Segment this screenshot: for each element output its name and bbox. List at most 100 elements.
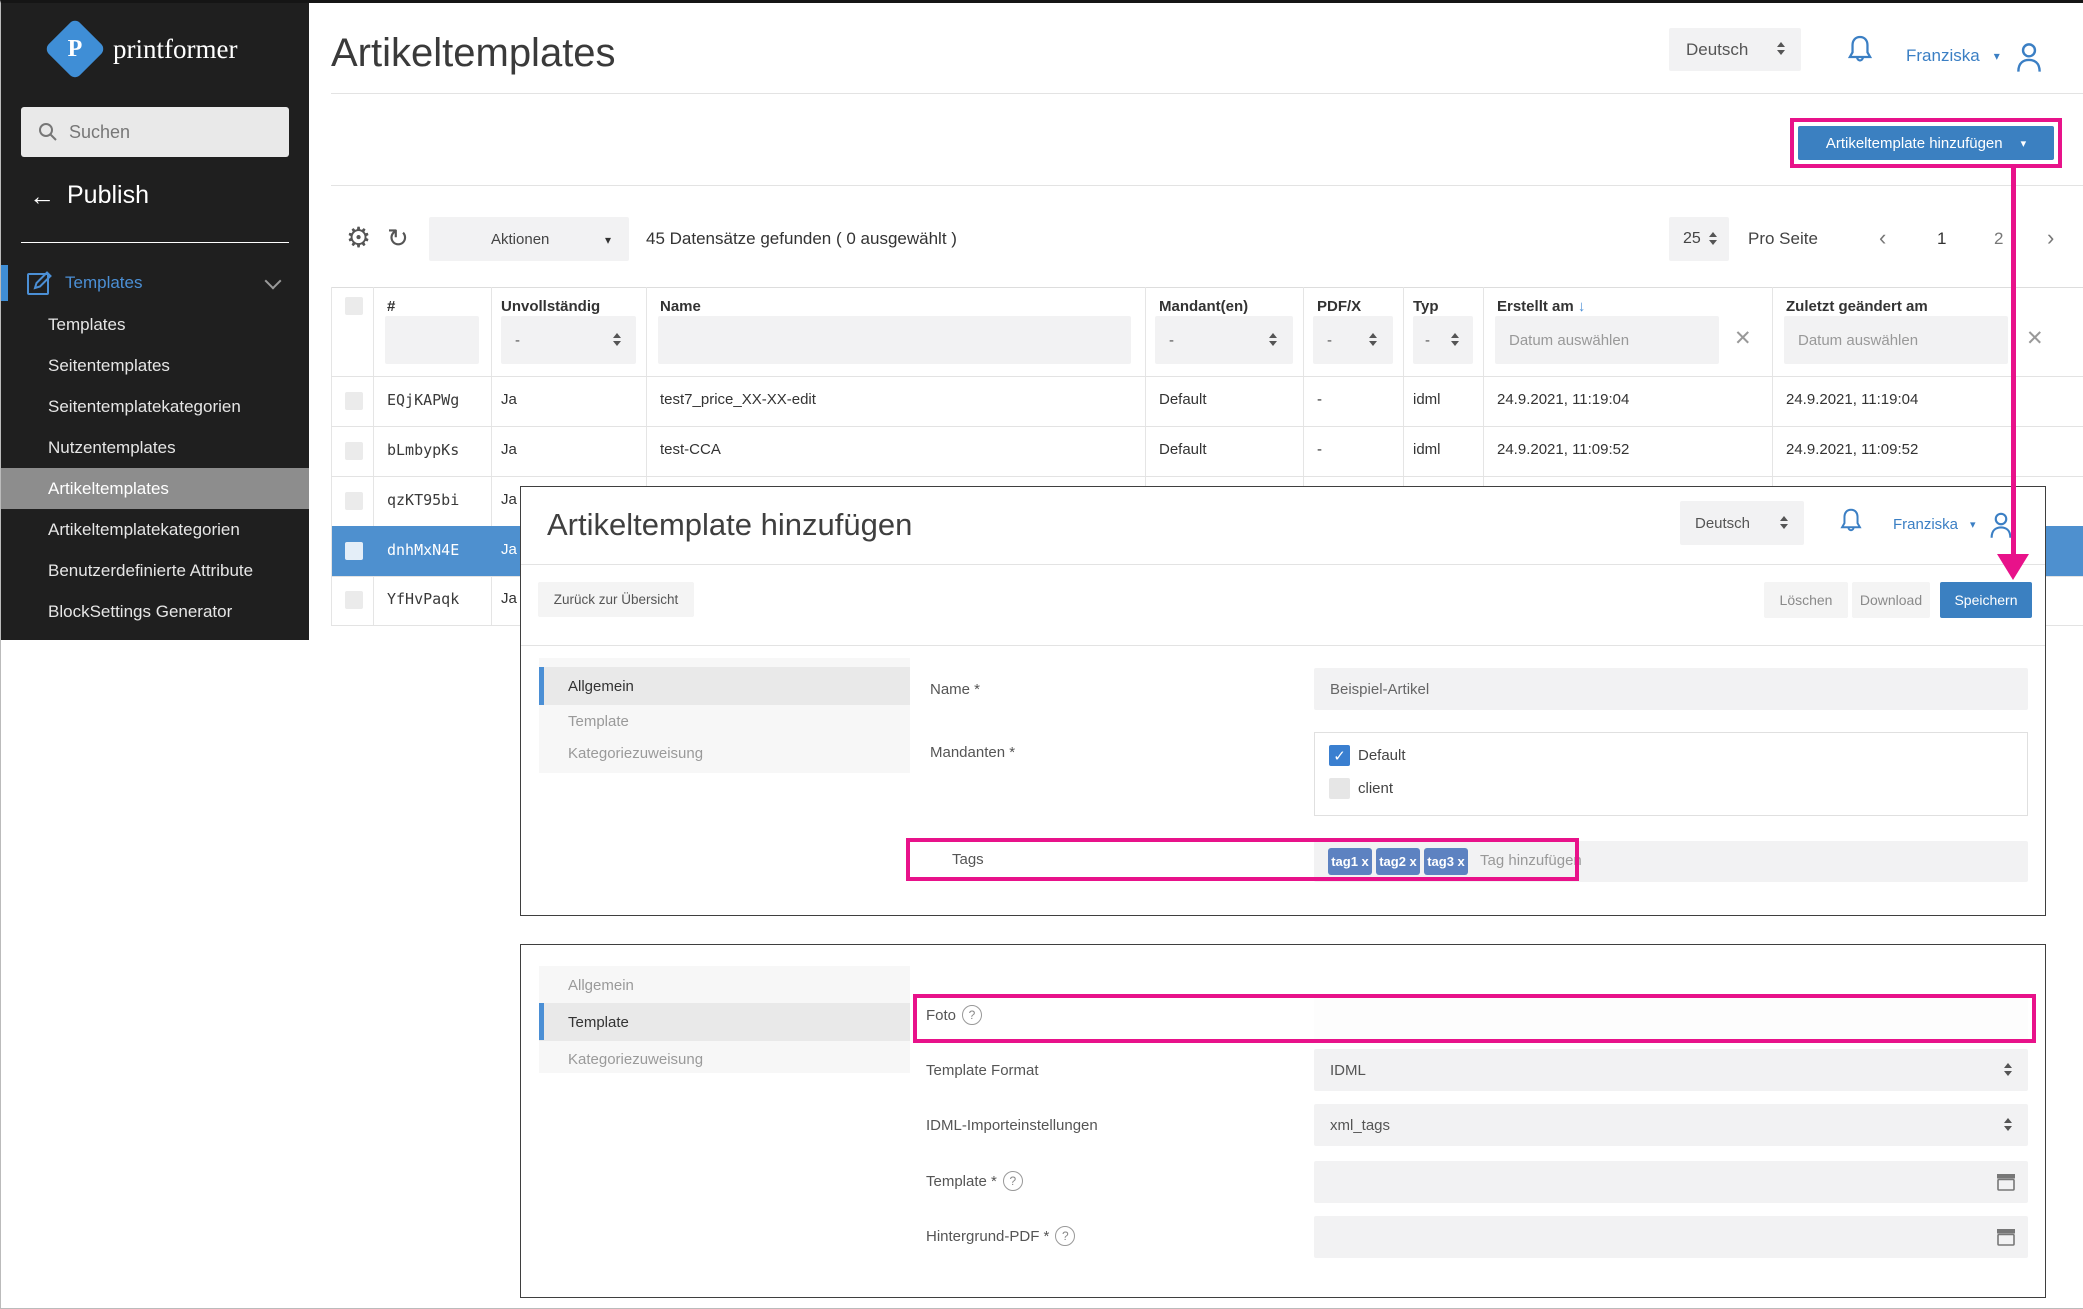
clear-modified-filter-icon[interactable]: ✕ <box>2026 326 2044 351</box>
filter-pdfx-select[interactable]: - <box>1313 316 1393 364</box>
row-checkbox[interactable] <box>345 492 363 510</box>
mandanten-label: Mandanten * <box>930 744 1015 761</box>
actions-select[interactable]: Aktionen ▾ <box>429 217 629 261</box>
annotation-arrow-line <box>2011 166 2016 556</box>
sidebar-item-seitentemplates[interactable]: Seitentemplates <box>1 345 309 386</box>
language-select[interactable]: Deutsch <box>1669 28 1801 71</box>
sidebar-item-nutzentemplates[interactable]: Nutzentemplates <box>1 427 309 468</box>
prev-page-button[interactable]: ‹ <box>1879 225 1886 251</box>
refresh-icon[interactable]: ↻ <box>387 224 409 252</box>
page-title: Artikeltemplates <box>331 31 616 76</box>
sidebar-item-benutzerdefinierte-attribute[interactable]: Benutzerdefinierte Attribute <box>1 550 309 591</box>
filter-name-input[interactable] <box>658 316 1131 364</box>
row-checkbox[interactable] <box>345 591 363 609</box>
upload-box-icon[interactable] <box>1995 1227 2017 1247</box>
filter-modified-date-input[interactable]: Datum auswählen <box>1784 316 2008 364</box>
chevron-down-icon <box>265 273 282 290</box>
name-input[interactable]: Beispiel-Artikel <box>1314 668 2028 710</box>
annotation-arrow-head <box>1997 554 2029 580</box>
select-arrows-icon <box>613 333 621 346</box>
highlight-add-button <box>1790 118 2062 168</box>
column-header-typ[interactable]: Typ <box>1413 298 1439 315</box>
select-arrows-icon <box>1709 232 1717 245</box>
nav-item-allgemein[interactable]: Allgemein <box>539 667 910 705</box>
dialog-title: Artikeltemplate hinzufügen <box>547 507 912 543</box>
dialog-nav: Allgemein Template Kategoriezuweisung <box>539 966 910 1073</box>
sidebar-item-templates[interactable]: Templates <box>1 304 309 345</box>
gear-icon[interactable]: ⚙ <box>346 224 371 252</box>
bell-icon[interactable] <box>1844 33 1876 69</box>
filter-typ-select[interactable]: - <box>1413 316 1473 364</box>
mandant-client-checkbox[interactable] <box>1329 778 1350 799</box>
column-header-mandant[interactable]: Mandant(en) <box>1159 298 1248 315</box>
search-input[interactable]: Suchen <box>21 107 289 157</box>
bell-icon[interactable] <box>1837 506 1865 538</box>
nav-item-template[interactable]: Template <box>539 1003 910 1041</box>
sidebar-item-artikeltemplates[interactable]: Artikeltemplates <box>1 468 309 509</box>
sidebar-item-artikeltemplatekategorien[interactable]: Artikeltemplatekategorien <box>1 509 309 550</box>
name-label: Name * <box>930 681 980 698</box>
back-arrow-icon: ← <box>29 183 55 209</box>
sidebar-item-blocksettings-generator[interactable]: BlockSettings Generator <box>1 591 309 632</box>
caret-down-icon: ▾ <box>605 233 611 247</box>
table-row[interactable]: bLmbypKs Ja test-CCA Default - idml 24.9… <box>332 427 2083 476</box>
back-to-overview-button[interactable]: Zurück zur Übersicht <box>538 582 694 617</box>
language-select[interactable]: Deutsch <box>1680 501 1804 545</box>
page-2-button[interactable]: 2 <box>1994 229 2003 249</box>
nav-item-allgemein[interactable]: Allgemein <box>539 966 910 1004</box>
back-to-publish[interactable]: ← Publish <box>29 181 149 210</box>
help-icon[interactable]: ? <box>1003 1171 1023 1191</box>
filter-created-date-input[interactable]: Datum auswählen <box>1495 316 1719 364</box>
select-arrows-icon <box>2004 1063 2012 1076</box>
logo-text: printformer <box>113 34 237 65</box>
column-header-id[interactable]: # <box>387 298 395 315</box>
select-arrows-icon <box>2004 1118 2012 1131</box>
select-arrows-icon <box>1269 333 1277 346</box>
nav-item-kategoriezuweisung[interactable]: Kategoriezuweisung <box>539 1040 910 1078</box>
active-nav-bar <box>539 667 544 705</box>
background-pdf-label-wrap: Hintergrund-PDF * ? <box>926 1226 1075 1246</box>
template-file-label: Template * <box>926 1173 997 1190</box>
template-file-field[interactable] <box>1314 1161 2028 1203</box>
background-pdf-field[interactable] <box>1314 1216 2028 1258</box>
select-arrows-icon <box>1369 333 1377 346</box>
active-section-bar <box>1 265 8 301</box>
filter-mandant-select[interactable]: - <box>1155 316 1293 364</box>
active-nav-bar <box>539 1003 544 1040</box>
column-header-erstellt-am[interactable]: Erstellt am ↓ <box>1497 298 1585 315</box>
row-checkbox[interactable] <box>345 542 363 560</box>
column-header-name[interactable]: Name <box>660 298 701 315</box>
nav-item-kategoriezuweisung[interactable]: Kategoriezuweisung <box>539 734 910 772</box>
background-pdf-label: Hintergrund-PDF * <box>926 1228 1049 1245</box>
sidebar-section-templates[interactable]: Templates <box>1 265 309 301</box>
template-format-select[interactable]: IDML <box>1314 1049 2028 1091</box>
clear-created-filter-icon[interactable]: ✕ <box>1734 326 1752 351</box>
sidebar-divider <box>21 242 289 243</box>
help-icon[interactable]: ? <box>1055 1226 1075 1246</box>
app-window: P printformer Suchen ← Publish Templates… <box>0 0 2083 1309</box>
column-header-zuletzt-geaendert[interactable]: Zuletzt geändert am <box>1786 298 1928 315</box>
dialog-divider <box>521 564 2045 565</box>
download-button[interactable]: Download <box>1852 582 1930 618</box>
column-header-unvollstaendig[interactable]: Unvollständig <box>501 298 600 315</box>
save-button[interactable]: Speichern <box>1940 582 2032 618</box>
idml-import-select[interactable]: xml_tags <box>1314 1104 2028 1146</box>
delete-button[interactable]: Löschen <box>1764 582 1848 618</box>
filter-id-input[interactable] <box>385 316 479 364</box>
next-page-button[interactable]: › <box>2047 225 2054 251</box>
row-checkbox[interactable] <box>345 392 363 410</box>
select-all-checkbox[interactable] <box>345 297 363 315</box>
user-menu[interactable]: Franziska ▾ <box>1893 509 2016 539</box>
table-row[interactable]: EQjKAPWg Ja test7_price_XX-XX-edit Defau… <box>332 377 2083 426</box>
filter-unvollstaendig-select[interactable]: - <box>501 316 636 364</box>
per-page-select[interactable]: 25 <box>1669 217 1729 261</box>
user-menu[interactable]: Franziska ▾ <box>1906 39 2046 73</box>
highlight-foto-row <box>913 994 2036 1043</box>
sidebar-item-seitentemplatekategorien[interactable]: Seitentemplatekategorien <box>1 386 309 427</box>
upload-box-icon[interactable] <box>1995 1172 2017 1192</box>
column-header-pdfx[interactable]: PDF/X <box>1317 298 1361 315</box>
page-1-button[interactable]: 1 <box>1937 229 1946 249</box>
mandant-default-checkbox[interactable]: ✓ <box>1329 745 1350 766</box>
row-checkbox[interactable] <box>345 442 363 460</box>
dialog-nav: Allgemein Template Kategoriezuweisung <box>539 658 910 773</box>
